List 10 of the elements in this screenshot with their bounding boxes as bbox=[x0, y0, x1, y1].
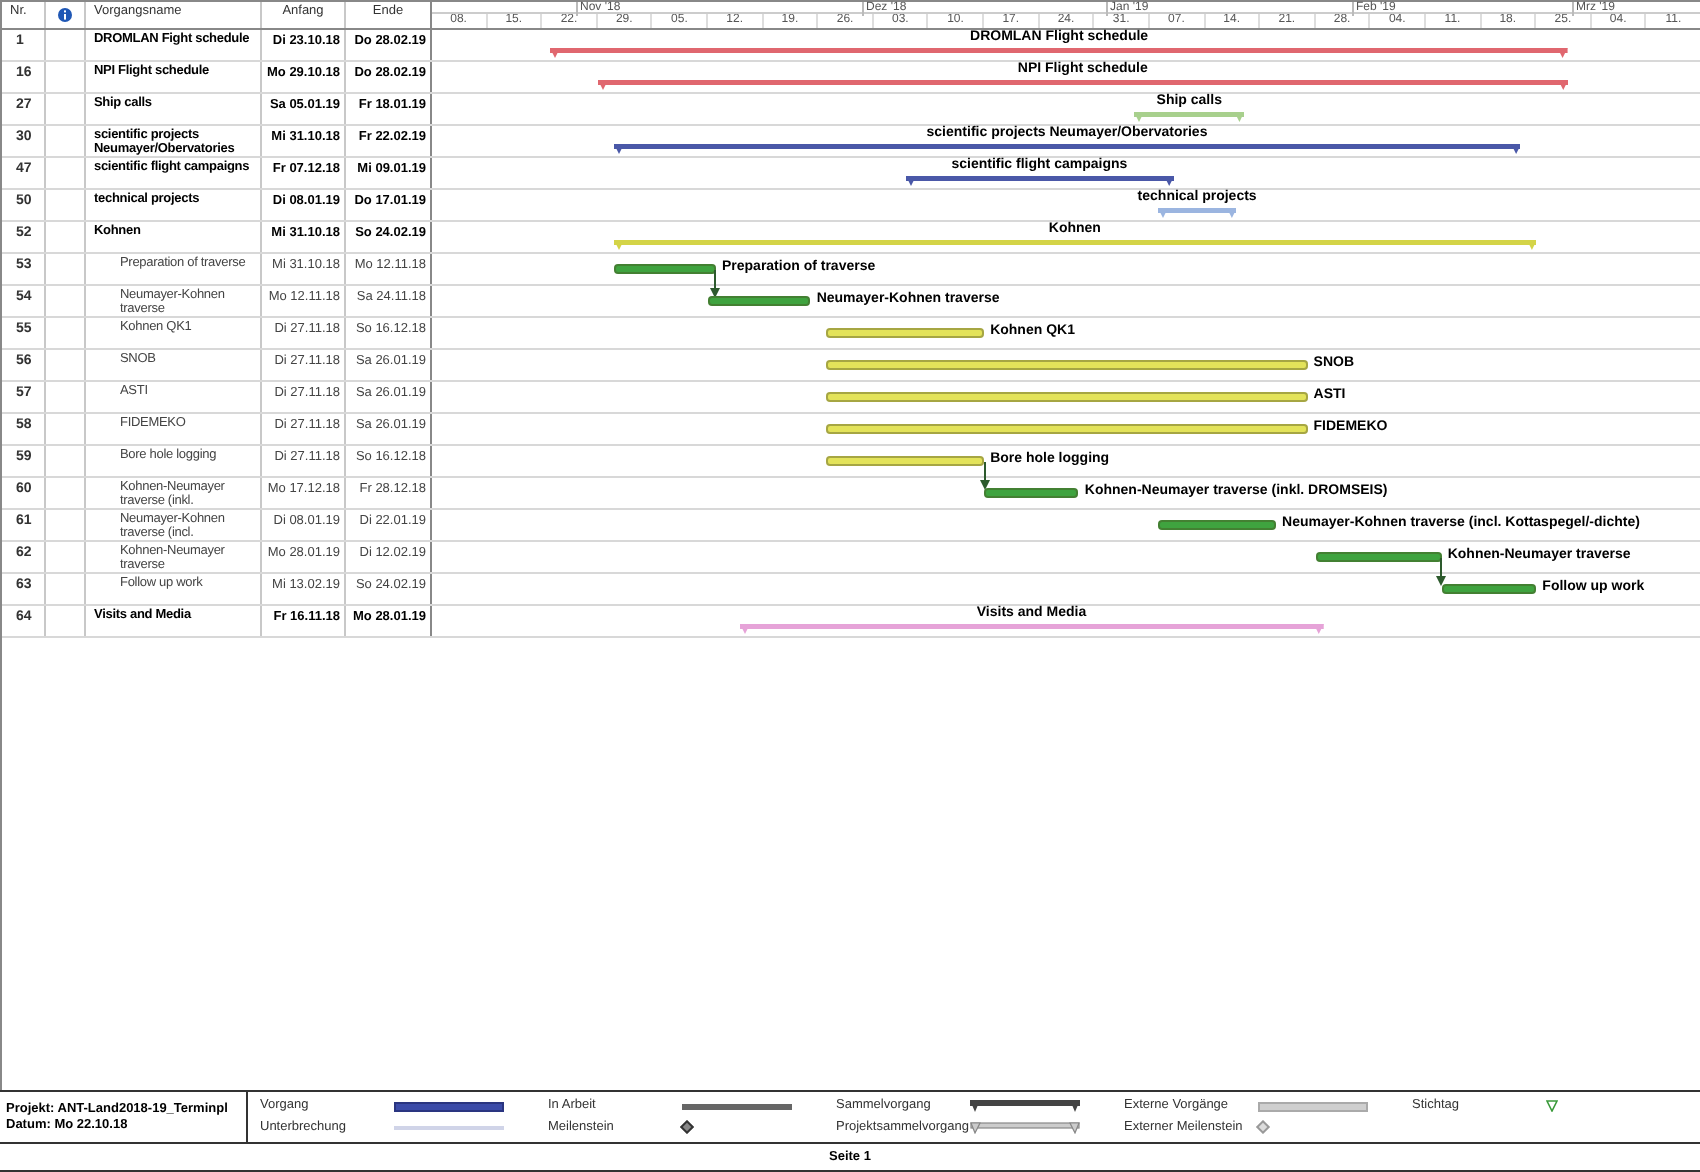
progress-symbol bbox=[682, 1103, 792, 1110]
task-symbol bbox=[394, 1101, 504, 1112]
milestone-icon bbox=[679, 1120, 695, 1135]
split-symbol bbox=[394, 1125, 504, 1130]
milestone-icon bbox=[1255, 1120, 1271, 1135]
info-icon bbox=[58, 8, 72, 22]
summary-symbol bbox=[970, 1100, 1080, 1113]
deadline-icon bbox=[1546, 1100, 1558, 1113]
project-summary-symbol bbox=[970, 1121, 1080, 1134]
external-task-symbol bbox=[1258, 1101, 1368, 1112]
